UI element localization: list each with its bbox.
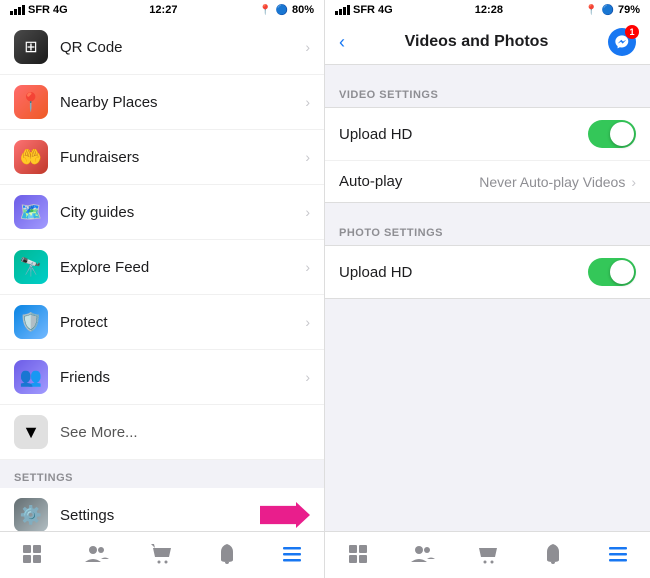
messenger-badge: 1 bbox=[625, 25, 639, 39]
city-guides-chevron: › bbox=[305, 204, 310, 220]
right-loc-icon: 📍 bbox=[585, 5, 597, 16]
time-left: 12:27 bbox=[149, 4, 177, 16]
battery-left: 80% bbox=[292, 4, 314, 16]
right-bt-icon: 🔵 bbox=[602, 5, 614, 16]
right-nav-header: ‹ Videos and Photos 1 bbox=[325, 20, 650, 65]
left-panel: SFR 4G 12:27 📍 🔵 80% ⊞ QR Code › 📍 Nearb… bbox=[0, 0, 325, 578]
menu-item-explore-feed[interactable]: 🔭 Explore Feed › bbox=[0, 240, 324, 295]
left-tab-marketplace[interactable] bbox=[144, 540, 180, 568]
video-upload-hd-toggle[interactable] bbox=[588, 120, 636, 148]
protect-icon: 🛡️ bbox=[14, 305, 48, 339]
signal-bars bbox=[10, 5, 25, 15]
video-upload-hd-row: Upload HD bbox=[325, 108, 650, 161]
settings-icon: ⚙️ bbox=[14, 498, 48, 531]
menu-item-city-guides[interactable]: 🗺️ City guides › bbox=[0, 185, 324, 240]
left-bottom-tab-bar bbox=[0, 531, 324, 578]
left-tab-notifications[interactable] bbox=[209, 540, 245, 568]
video-settings-body: Upload HD Auto-play Never Auto-play Vide… bbox=[325, 107, 650, 203]
pink-arrow-indicator bbox=[260, 502, 310, 528]
right-tab-home[interactable] bbox=[340, 540, 376, 568]
menu-item-qr-code[interactable]: ⊞ QR Code › bbox=[0, 20, 324, 75]
photo-settings-group: PHOTO SETTINGS Upload HD bbox=[325, 221, 650, 299]
fundraisers-chevron: › bbox=[305, 149, 310, 165]
friends-chevron: › bbox=[305, 369, 310, 385]
right-status-bar: SFR 4G 12:28 📍 🔵 79% bbox=[325, 0, 650, 20]
qr-code-icon: ⊞ bbox=[14, 30, 48, 64]
menu-item-fundraisers[interactable]: 🤲 Fundraisers › bbox=[0, 130, 324, 185]
qr-code-chevron: › bbox=[305, 39, 310, 55]
photo-upload-hd-toggle[interactable] bbox=[588, 258, 636, 286]
menu-item-nearby[interactable]: 📍 Nearby Places › bbox=[0, 75, 324, 130]
explore-feed-icon: 🔭 bbox=[14, 250, 48, 284]
page-title: Videos and Photos bbox=[345, 33, 608, 51]
menu-item-protect[interactable]: 🛡️ Protect › bbox=[0, 295, 324, 350]
right-status-left: SFR 4G bbox=[335, 4, 393, 16]
left-status-right: 📍 🔵 80% bbox=[259, 4, 314, 16]
left-tab-friends[interactable] bbox=[79, 540, 115, 568]
nearby-icon: 📍 bbox=[14, 85, 48, 119]
auto-play-chevron: › bbox=[631, 174, 636, 190]
auto-play-row[interactable]: Auto-play Never Auto-play Videos › bbox=[325, 161, 650, 202]
right-bottom-tab-bar bbox=[325, 531, 650, 578]
video-settings-header: VIDEO SETTINGS bbox=[325, 83, 650, 107]
right-battery: 79% bbox=[618, 4, 640, 16]
bluetooth-icon-left: 🔵 bbox=[276, 5, 288, 16]
video-settings-group: VIDEO SETTINGS Upload HD Auto-play Never… bbox=[325, 83, 650, 203]
photo-settings-header: PHOTO SETTINGS bbox=[325, 221, 650, 245]
friends-label: Friends bbox=[60, 369, 305, 386]
left-status-bar: SFR 4G 12:27 📍 🔵 80% bbox=[0, 0, 324, 20]
right-status-right: 📍 🔵 79% bbox=[585, 4, 640, 16]
see-more-label: See More... bbox=[60, 424, 310, 441]
menu-item-see-more[interactable]: ▼ See More... bbox=[0, 405, 324, 460]
nearby-chevron: › bbox=[305, 94, 310, 110]
left-status-left: SFR 4G bbox=[10, 4, 68, 16]
explore-feed-chevron: › bbox=[305, 259, 310, 275]
friends-icon: 👥 bbox=[14, 360, 48, 394]
photo-upload-hd-row: Upload HD bbox=[325, 246, 650, 298]
menu-item-settings[interactable]: ⚙️ Settings bbox=[0, 488, 324, 531]
left-tab-home[interactable] bbox=[14, 540, 50, 568]
see-more-icon: ▼ bbox=[14, 415, 48, 449]
qr-code-label: QR Code bbox=[60, 39, 305, 56]
right-carrier: SFR bbox=[353, 4, 375, 16]
settings-label: Settings bbox=[60, 507, 260, 524]
messenger-icon[interactable]: 1 bbox=[608, 28, 636, 56]
right-tab-menu[interactable] bbox=[600, 540, 636, 568]
settings-section-header: SETTINGS bbox=[0, 460, 324, 488]
menu-item-friends[interactable]: 👥 Friends › bbox=[0, 350, 324, 405]
carrier-left: SFR bbox=[28, 4, 50, 16]
right-content: VIDEO SETTINGS Upload HD Auto-play Never… bbox=[325, 65, 650, 531]
auto-play-value: Never Auto-play Videos bbox=[479, 174, 625, 190]
protect-label: Protect bbox=[60, 314, 305, 331]
fundraisers-icon: 🤲 bbox=[14, 140, 48, 174]
right-network: 4G bbox=[378, 4, 393, 16]
city-guides-label: City guides bbox=[60, 204, 305, 221]
protect-chevron: › bbox=[305, 314, 310, 330]
right-tab-friends[interactable] bbox=[405, 540, 441, 568]
nearby-label: Nearby Places bbox=[60, 94, 305, 111]
location-icon-left: 📍 bbox=[259, 5, 271, 16]
explore-feed-label: Explore Feed bbox=[60, 259, 305, 276]
right-signal-bars bbox=[335, 5, 350, 15]
city-guides-icon: 🗺️ bbox=[14, 195, 48, 229]
right-time: 12:28 bbox=[475, 4, 503, 16]
menu-list: ⊞ QR Code › 📍 Nearby Places › 🤲 Fundrais… bbox=[0, 20, 324, 531]
right-tab-notifications[interactable] bbox=[535, 540, 571, 568]
fundraisers-label: Fundraisers bbox=[60, 149, 305, 166]
network-left: 4G bbox=[53, 4, 68, 16]
video-upload-hd-label: Upload HD bbox=[339, 126, 588, 143]
left-tab-menu[interactable] bbox=[274, 540, 310, 568]
auto-play-label: Auto-play bbox=[339, 173, 479, 190]
photo-settings-body: Upload HD bbox=[325, 245, 650, 299]
right-tab-marketplace[interactable] bbox=[470, 540, 506, 568]
right-panel: SFR 4G 12:28 📍 🔵 79% ‹ Videos and Photos… bbox=[325, 0, 650, 578]
photo-upload-hd-label: Upload HD bbox=[339, 264, 588, 281]
